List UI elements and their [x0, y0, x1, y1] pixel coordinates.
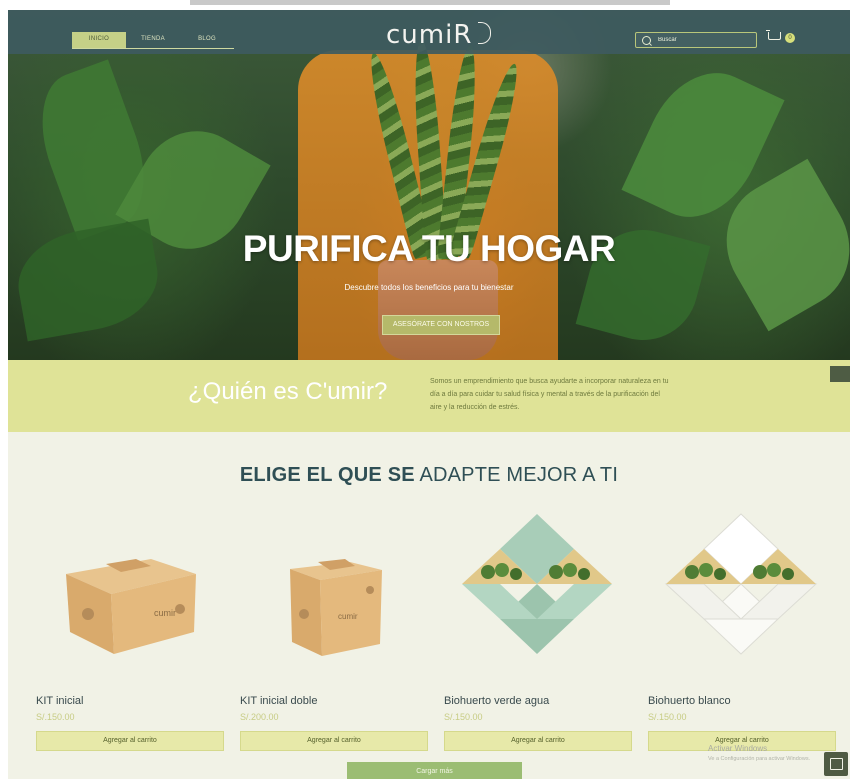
product-image[interactable]: [648, 504, 834, 684]
hero-subtitle: Descubre todos los beneficios para tu bi…: [344, 283, 514, 292]
product-name[interactable]: KIT inicial: [36, 695, 83, 707]
cart-button[interactable]: 0: [766, 30, 795, 43]
website: INICIO TIENDA BLOG cumiR 0 PURIFICA TU H…: [8, 10, 850, 779]
product-card[interactable]: Biohuerto blanco S/.150.00 Agregar al ca…: [648, 490, 836, 751]
hero-title: PURIFICA TU HOGAR: [242, 228, 616, 269]
product-image[interactable]: [444, 504, 630, 684]
product-image[interactable]: cumir: [36, 504, 222, 684]
product-card[interactable]: Biohuerto verde agua S/.150.00 Agregar a…: [444, 490, 632, 751]
browser-bar: [190, 0, 670, 5]
product-name[interactable]: KIT inicial doble: [240, 695, 317, 707]
browser-top-strip: [0, 0, 850, 10]
navbar: INICIO TIENDA BLOG cumiR 0: [8, 10, 850, 54]
hero-cta-button[interactable]: ASESÓRATE CON NOSTROS: [382, 315, 500, 335]
windows-activation-watermark: Activar Windows: [708, 744, 768, 753]
products-title-bold: ELIGE EL QUE SE: [239, 464, 415, 486]
product-price: S/.150.00: [36, 712, 75, 722]
product-card[interactable]: cumir KIT inicial S/.150.00 Agregar al c…: [36, 490, 224, 751]
product-price: S/.200.00: [240, 712, 279, 722]
add-to-cart-button[interactable]: Agregar al carrito: [36, 731, 224, 751]
main-menu: INICIO TIENDA BLOG: [72, 32, 234, 49]
logo-mark-icon: [478, 22, 491, 44]
cart-count-badge: 0: [785, 33, 795, 43]
chat-icon: [830, 758, 843, 770]
load-more-button[interactable]: Cargar más: [347, 762, 522, 779]
about-text: Somos un emprendimiento que busca ayudar…: [430, 378, 669, 411]
cart-icon: [766, 30, 781, 40]
box-brand-label: cumir: [154, 608, 176, 618]
box-brand-label: cumir: [338, 612, 358, 621]
hero-banner: INICIO TIENDA BLOG cumiR 0 PURIFICA TU H…: [8, 10, 850, 360]
product-card[interactable]: cumir KIT inicial doble S/.200.00 Agrega…: [240, 490, 428, 751]
product-image[interactable]: cumir: [240, 504, 426, 684]
add-to-cart-button[interactable]: Agregar al carrito: [240, 731, 428, 751]
nav-inicio[interactable]: INICIO: [72, 32, 126, 48]
add-to-cart-button[interactable]: Agregar al carrito: [444, 731, 632, 751]
products-title-rest: ADAPTE MEJOR A TI: [414, 464, 619, 486]
product-name[interactable]: Biohuerto blanco: [648, 695, 731, 707]
side-tab-button[interactable]: [830, 366, 850, 382]
product-name[interactable]: Biohuerto verde agua: [444, 695, 549, 707]
about-section: ¿Quién es C'umir? Somos un emprendimient…: [8, 360, 850, 432]
plant-pot: [378, 260, 498, 360]
nav-blog[interactable]: BLOG: [180, 32, 234, 48]
search-box[interactable]: [635, 32, 757, 48]
product-grid: cumir KIT inicial S/.150.00 Agregar al c…: [36, 490, 836, 751]
products-title: ELIGE EL QUE SE ADAPTE MEJOR A TI: [8, 464, 850, 487]
nav-tienda[interactable]: TIENDA: [126, 32, 180, 48]
about-title: ¿Quién es C'umir?: [188, 378, 388, 405]
chat-button[interactable]: [824, 752, 848, 776]
search-input[interactable]: [656, 36, 750, 44]
site-logo[interactable]: cumiR: [386, 20, 472, 50]
product-price: S/.150.00: [648, 712, 687, 722]
search-icon: [642, 35, 651, 45]
product-price: S/.150.00: [444, 712, 483, 722]
windows-activation-hint: Ve a Configuración para activar Windows.: [708, 756, 811, 762]
